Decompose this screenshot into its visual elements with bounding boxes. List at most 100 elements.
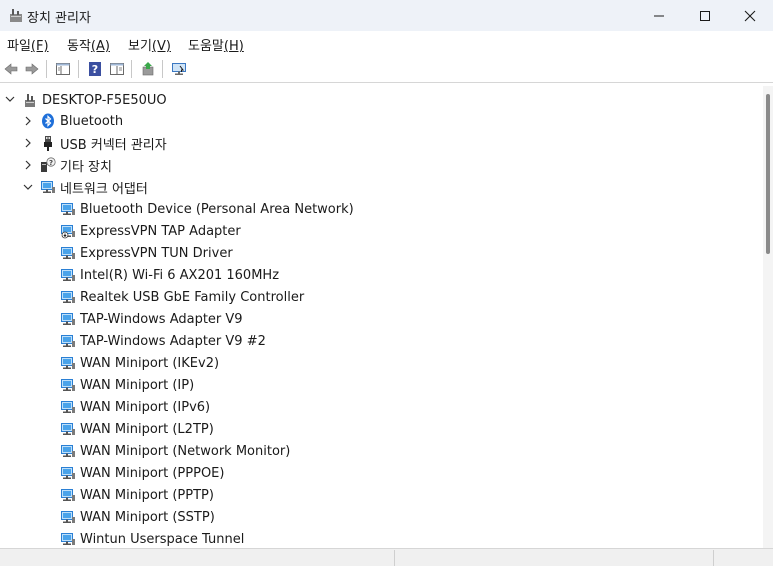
network-adapter-label: WAN Miniport (IKEv2) (80, 355, 220, 371)
network-adapter-item[interactable]: TAP-Windows Adapter V9 (60, 308, 243, 330)
chevron-right-icon[interactable] (23, 138, 33, 148)
properties-icon (110, 63, 124, 75)
usb-connector-icon (44, 136, 52, 151)
title-bar: 장치 관리자 (0, 0, 773, 31)
network-adapter-item[interactable]: WAN Miniport (Network Monitor) (60, 440, 290, 462)
network-adapter-label: ExpressVPN TAP Adapter (80, 223, 241, 239)
network-adapter-label: ExpressVPN TUN Driver (80, 245, 233, 261)
forward-arrow-icon (25, 63, 39, 75)
maximize-button[interactable] (682, 0, 728, 31)
network-adapter-label: WAN Miniport (IP) (80, 377, 195, 393)
menu-file-accel: (F) (30, 39, 49, 54)
network-adapter-item[interactable]: Realtek USB GbE Family Controller (60, 286, 304, 308)
back-button[interactable] (2, 60, 20, 78)
minimize-button[interactable] (636, 0, 682, 31)
network-adapter-icon (61, 489, 75, 501)
network-adapter-label: Wintun Userspace Tunnel (80, 531, 245, 547)
update-driver-icon (142, 62, 154, 76)
toolbar-separator (162, 60, 163, 78)
network-adapter-icon (61, 379, 75, 391)
menu-action-label: 동작 (67, 39, 91, 54)
close-icon (744, 10, 756, 21)
network-adapter-icon (61, 401, 75, 413)
network-adapter-item[interactable]: Bluetooth Device (Personal Area Network) (60, 198, 354, 220)
device-tree: DESKTOP-F5E50UO Bluetooth USB 커넥터 관리자 ? … (0, 86, 773, 548)
menu-file[interactable]: 파일(F) (7, 35, 49, 54)
toolbar-separator (78, 60, 79, 78)
properties-button[interactable] (108, 60, 126, 78)
network-adapter-icon (61, 357, 75, 369)
tree-category-other-devices[interactable]: ? 기타 장치 (40, 154, 112, 176)
network-adapter-item[interactable]: WAN Miniport (SSTP) (60, 506, 215, 528)
show-hide-console-tree-button[interactable] (54, 60, 72, 78)
menu-help-accel: (H) (223, 39, 244, 54)
tree-category-label: 기타 장치 (60, 159, 112, 175)
network-adapter-item[interactable]: WAN Miniport (IKEv2) (60, 352, 219, 374)
close-button[interactable] (727, 0, 773, 31)
network-adapter-label: WAN Miniport (Network Monitor) (80, 443, 291, 459)
network-adapter-label: WAN Miniport (L2TP) (80, 421, 214, 437)
scan-hardware-button[interactable] (170, 60, 188, 78)
other-devices-icon: ? (41, 157, 56, 172)
update-driver-button[interactable] (139, 60, 157, 78)
network-adapter-item[interactable]: WAN Miniport (IPv6) (60, 396, 210, 418)
network-adapter-icon (61, 511, 75, 523)
network-adapter-icon (61, 203, 75, 215)
menu-view[interactable]: 보기(V) (128, 35, 171, 54)
chevron-right-icon[interactable] (23, 160, 33, 170)
menu-view-label: 보기 (128, 39, 152, 54)
chevron-down-icon[interactable] (5, 94, 15, 104)
window-title: 장치 관리자 (27, 11, 91, 26)
network-adapter-label: Intel(R) Wi-Fi 6 AX201 160MHz (80, 267, 280, 283)
network-adapter-label: TAP-Windows Adapter V9 #2 (80, 333, 266, 349)
bluetooth-icon (42, 113, 54, 129)
network-adapter-item[interactable]: ExpressVPN TUN Driver (60, 242, 233, 264)
network-adapter-item[interactable]: Wintun Userspace Tunnel (60, 528, 244, 548)
minimize-icon (654, 15, 664, 16)
menu-file-label: 파일 (7, 39, 31, 54)
menu-bar: 파일(F) 동작(A) 보기(V) 도움말(H) (0, 31, 773, 56)
network-adapter-item[interactable]: WAN Miniport (L2TP) (60, 418, 214, 440)
network-adapter-label: Realtek USB GbE Family Controller (80, 289, 305, 305)
scrollbar-thumb[interactable] (766, 94, 770, 254)
network-adapter-icon (61, 247, 75, 259)
network-adapter-label: WAN Miniport (IPv6) (80, 399, 211, 415)
network-adapter-disabled-icon (61, 225, 75, 239)
network-adapter-label: WAN Miniport (PPTP) (80, 487, 214, 503)
svg-text:?: ? (49, 159, 53, 167)
network-adapter-item[interactable]: WAN Miniport (IP) (60, 374, 194, 396)
tree-category-label: USB 커넥터 관리자 (60, 137, 167, 153)
network-adapter-icon (61, 423, 75, 435)
network-adapter-item[interactable]: TAP-Windows Adapter V9 #2 (60, 330, 266, 352)
network-adapter-item[interactable]: WAN Miniport (PPTP) (60, 484, 214, 506)
network-adapter-item[interactable]: WAN Miniport (PPPOE) (60, 462, 224, 484)
forward-button[interactable] (23, 60, 41, 78)
chevron-right-icon[interactable] (23, 116, 33, 126)
vertical-scrollbar[interactable] (763, 86, 773, 548)
device-manager-icon (10, 9, 22, 22)
network-adapter-icon (61, 467, 75, 479)
network-adapter-label: TAP-Windows Adapter V9 (80, 311, 243, 327)
network-adapter-icon (61, 335, 75, 347)
tree-category-network-adapters[interactable]: 네트워크 어댑터 (40, 176, 148, 198)
help-button[interactable]: ? (86, 60, 104, 78)
status-bar (0, 548, 773, 566)
network-adapter-icon (61, 313, 75, 325)
tree-category-bluetooth[interactable]: Bluetooth (40, 110, 123, 132)
tree-root-computer[interactable]: DESKTOP-F5E50UO (22, 89, 167, 111)
back-arrow-icon (4, 63, 18, 75)
network-adapter-label: WAN Miniport (SSTP) (80, 509, 215, 525)
network-adapter-item[interactable]: Intel(R) Wi-Fi 6 AX201 160MHz (60, 264, 279, 286)
network-adapter-icon (61, 269, 75, 281)
network-adapter-icon (61, 533, 75, 545)
menu-help[interactable]: 도움말(H) (188, 35, 244, 54)
tree-category-label: 네트워크 어댑터 (60, 181, 148, 197)
menu-action[interactable]: 동작(A) (67, 35, 110, 54)
menu-view-accel: (V) (151, 39, 171, 54)
scan-hardware-icon (172, 63, 186, 75)
menu-help-label: 도움말 (188, 39, 224, 54)
tree-category-label: Bluetooth (60, 113, 124, 129)
chevron-down-icon[interactable] (23, 182, 33, 192)
tree-category-usb-connector[interactable]: USB 커넥터 관리자 (40, 132, 167, 154)
network-adapter-item[interactable]: ExpressVPN TAP Adapter (60, 220, 241, 242)
